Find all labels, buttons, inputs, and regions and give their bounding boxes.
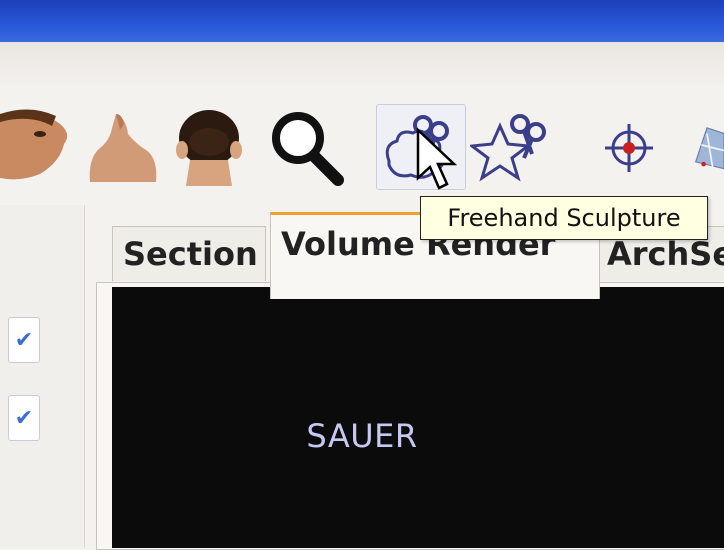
map-icon[interactable]: [690, 104, 724, 188]
menubar: [0, 42, 724, 89]
left-panel: ✔ ✔: [0, 205, 85, 548]
magnifier-icon[interactable]: [262, 104, 348, 188]
tooltip: Freehand Sculpture: [420, 196, 708, 240]
head-back-icon[interactable]: [170, 104, 248, 188]
sculpture-star-icon[interactable]: [470, 104, 554, 188]
face-profile-icon[interactable]: [0, 104, 80, 188]
crosshair-icon[interactable]: [594, 104, 664, 188]
tooltip-text: Freehand Sculpture: [447, 204, 681, 232]
window-titlebar: [0, 0, 724, 42]
tab-archse-label: ArchSe: [607, 235, 724, 273]
mouse-cursor-icon: [414, 127, 460, 197]
tab-section[interactable]: Section: [112, 226, 266, 281]
checkbox-2[interactable]: ✔: [8, 395, 40, 441]
tab-section-label: Section: [123, 235, 258, 273]
face-up-icon[interactable]: [86, 104, 160, 188]
render-viewport[interactable]: SAUER: [112, 287, 724, 548]
checkbox-1[interactable]: ✔: [8, 317, 40, 363]
viewport-label: SAUER: [306, 417, 418, 455]
